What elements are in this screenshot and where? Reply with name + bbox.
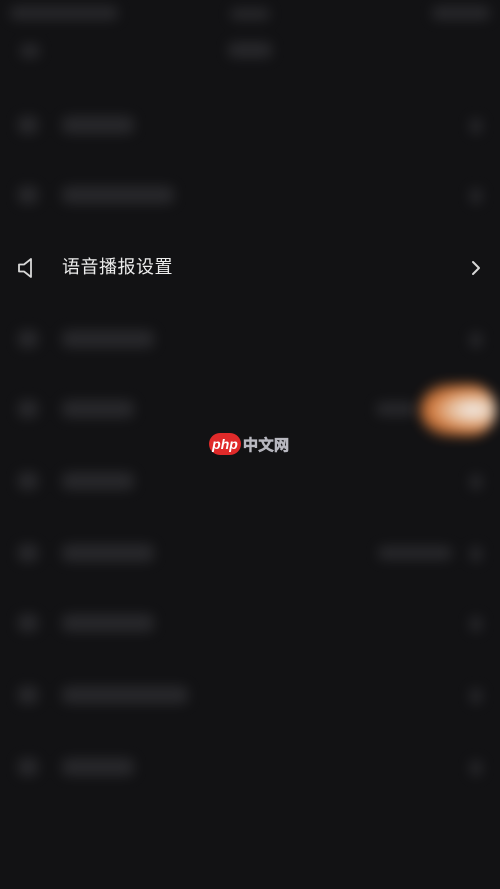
watermark-site-text: 中文网 xyxy=(243,435,290,454)
watermark: php 中文网 xyxy=(209,432,290,456)
chevron-right-icon xyxy=(472,261,480,275)
blurred-toggle-switch xyxy=(420,384,496,436)
settings-screen: 语音播报设置 php 中文网 xyxy=(0,0,500,889)
settings-row-voice-broadcast[interactable]: 语音播报设置 xyxy=(0,240,500,296)
settings-row-label: 语音播报设置 xyxy=(62,257,173,278)
speaker-icon xyxy=(18,258,32,278)
php-logo: php xyxy=(209,433,241,455)
